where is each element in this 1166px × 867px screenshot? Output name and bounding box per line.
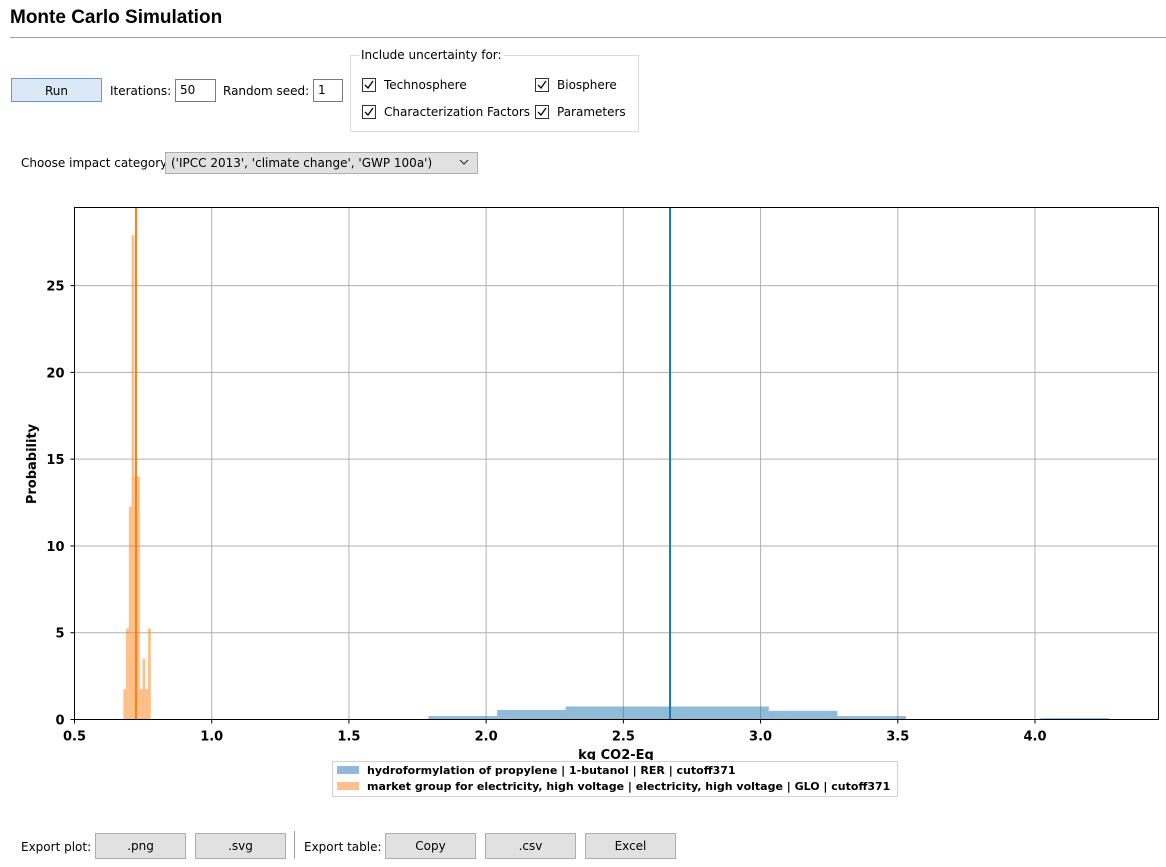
chart-mean-lines <box>134 207 672 720</box>
y-tick-label: 15 <box>46 453 64 468</box>
x-tick-label: 2.5 <box>612 730 635 745</box>
chart-legend: hydroformylation of propylene | 1-butano… <box>332 761 898 797</box>
x-axis-label: kg CO2-Eq <box>578 748 654 760</box>
y-tick-label: 10 <box>46 540 64 555</box>
histogram-bar-series-2 <box>123 689 127 720</box>
plot-frame <box>74 207 1159 720</box>
histogram-bar-series-2 <box>126 628 129 720</box>
legend-entry-hydroformylation: hydroformylation of propylene | 1-butano… <box>337 763 736 779</box>
y-tick-label: 25 <box>46 280 64 295</box>
y-axis-label: Probability <box>25 423 40 504</box>
export-excel-button[interactable]: Excel <box>585 833 676 859</box>
export-csv-button[interactable]: .csv <box>485 833 576 859</box>
chart-bars <box>123 235 1110 720</box>
legend-swatch <box>337 766 359 774</box>
histogram-bar-series-1 <box>768 710 838 720</box>
x-tick-label: 0.5 <box>63 730 86 745</box>
y-tick-label: 0 <box>55 714 64 729</box>
legend-swatch <box>337 782 359 790</box>
histogram-bar-series-2 <box>148 628 151 720</box>
histogram-bar-series-2 <box>139 689 143 720</box>
export-png-button[interactable]: .png <box>95 833 186 859</box>
legend-label: hydroformylation of propylene | 1-butano… <box>367 764 736 777</box>
x-tick-label: 3.5 <box>886 730 909 745</box>
histogram-bar-series-1 <box>497 709 566 720</box>
x-tick-label: 1.0 <box>200 730 223 745</box>
export-svg-button[interactable]: .svg <box>195 833 286 859</box>
histogram-bar-series-2 <box>145 689 149 720</box>
histogram-bar-series-1 <box>428 716 498 720</box>
export-plot-label: Export plot: <box>21 840 92 854</box>
x-tick-label: 3.0 <box>749 730 772 745</box>
x-tick-label: 2.0 <box>475 730 498 745</box>
export-table-label: Export table: <box>304 840 382 854</box>
export-separator <box>294 831 295 859</box>
histogram-bar-series-1 <box>565 706 769 720</box>
histogram-bar-series-2 <box>128 506 132 720</box>
histogram-bar-series-2 <box>137 476 140 720</box>
y-axis-ticks: 0 5 10 15 20 25 <box>46 280 75 729</box>
legend-label: market group for electricity, high volta… <box>367 780 891 793</box>
histogram-chart: 0.5 1.0 1.5 2.0 2.5 3.0 3.5 4.0 0 5 10 15 20 25 kg C… <box>25 207 1159 760</box>
legend-entry-electricity: market group for electricity, high volta… <box>337 779 890 795</box>
histogram-bar-series-2 <box>142 658 146 720</box>
histogram-bar-series-2 <box>131 235 135 720</box>
y-tick-label: 5 <box>55 627 64 642</box>
y-tick-label: 20 <box>46 366 64 381</box>
x-tick-label: 4.0 <box>1023 730 1046 745</box>
chart-grid <box>74 207 1159 720</box>
histogram-bar-series-1 <box>837 716 907 720</box>
x-axis-ticks: 0.5 1.0 1.5 2.0 2.5 3.0 3.5 4.0 <box>63 719 1047 745</box>
x-tick-label: 1.5 <box>337 730 360 745</box>
copy-table-button[interactable]: Copy <box>385 833 476 859</box>
